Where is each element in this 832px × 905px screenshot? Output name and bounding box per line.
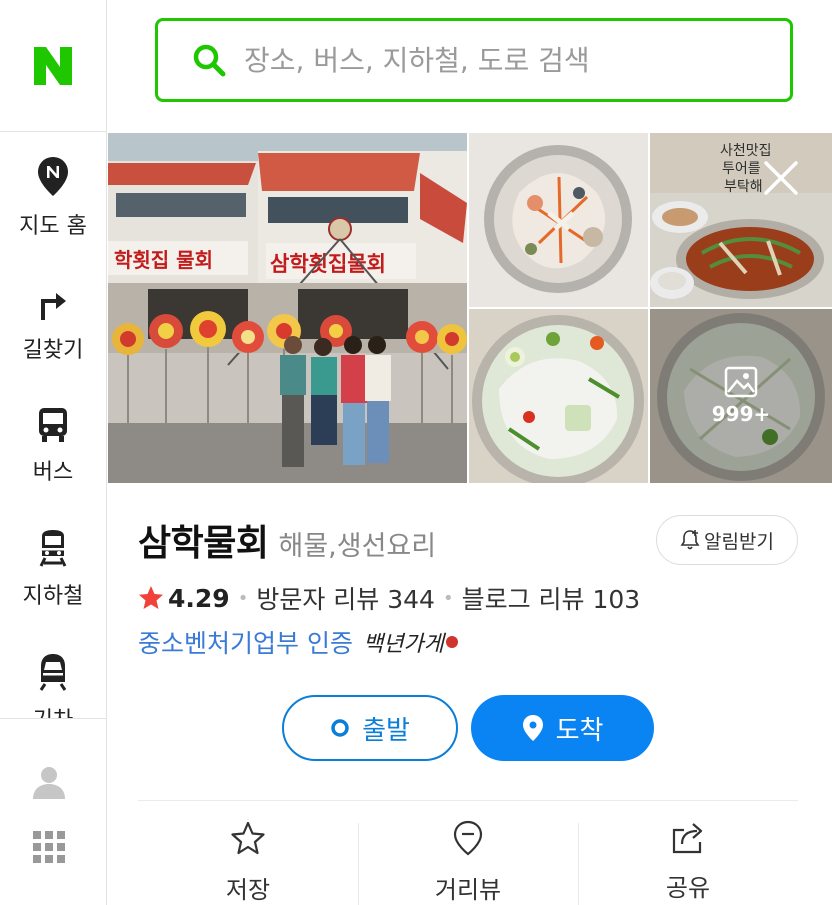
- photo-storefront[interactable]: 학횟집 물회 삼학횟집물회: [108, 133, 467, 483]
- photo-more[interactable]: 999+: [650, 309, 832, 483]
- place-name: 삼학물회: [138, 523, 269, 564]
- baeknyeon-badge: 백년가게: [363, 626, 458, 658]
- origin-dot-icon: [331, 719, 349, 737]
- svg-text:학횟집 물회: 학횟집 물회: [114, 248, 213, 272]
- sidebar-item-label: 버스: [32, 460, 74, 485]
- turn-arrow-icon: [36, 276, 70, 322]
- naver-logo[interactable]: [0, 0, 106, 132]
- badge-text: 백년가게: [362, 632, 444, 657]
- depart-button[interactable]: 출발: [282, 695, 458, 761]
- certification-row: 중소벤처기업부 인증 백년가게: [138, 624, 458, 660]
- sidebar-item-label: 지도 홈: [19, 214, 87, 239]
- sidebar-item-directions[interactable]: 길찾기: [0, 276, 106, 386]
- star-icon: [231, 821, 265, 855]
- photo-table-spread[interactable]: 사천맛집 투어를 부탁해: [650, 133, 832, 307]
- depart-label: 출발: [362, 715, 410, 746]
- arrive-button[interactable]: 도착: [471, 695, 654, 761]
- alarm-button[interactable]: 알림받기: [656, 515, 798, 565]
- apps-grid-icon[interactable]: [33, 831, 65, 867]
- more-photos-overlay[interactable]: 999+: [650, 309, 832, 483]
- sidebar-item-label: 지하철: [22, 584, 84, 609]
- train-icon: [36, 646, 70, 692]
- divider: [138, 800, 798, 801]
- review-stats: 4.29 • 방문자 리뷰 344 • 블로그 리뷰 103: [138, 580, 640, 616]
- photo-count: 999+: [711, 402, 771, 426]
- street-view-label: 거리뷰: [434, 876, 502, 904]
- search-bar[interactable]: [155, 18, 793, 102]
- sidebar-item-label: 길찾기: [22, 338, 84, 363]
- sidebar-item-map-home[interactable]: 지도 홈: [0, 152, 106, 262]
- rating-star-icon: [139, 586, 163, 609]
- naver-n-icon: [34, 46, 72, 85]
- subway-icon: [37, 522, 69, 568]
- street-view-button[interactable]: 거리뷰: [358, 820, 578, 905]
- map-pin-icon: [36, 152, 70, 198]
- sidebar-item-bus[interactable]: 버스: [0, 398, 106, 508]
- place-title-row: 삼학물회 해물,생선요리: [138, 514, 436, 566]
- separator-dot: •: [442, 587, 454, 609]
- sidebar: 지도 홈 길찾기 버스 지하철: [0, 0, 107, 905]
- visitor-reviews-link[interactable]: 방문자 리뷰 344: [256, 580, 435, 616]
- photo-dish-1[interactable]: [469, 133, 648, 307]
- image-icon: [724, 366, 758, 398]
- user-icon[interactable]: [32, 765, 66, 803]
- blog-reviews-link[interactable]: 블로그 리뷰 103: [462, 580, 641, 616]
- badge-seal-icon: [445, 636, 458, 648]
- separator-dot: •: [237, 587, 249, 609]
- sidebar-bottom: [0, 718, 106, 905]
- share-label: 공유: [665, 874, 711, 902]
- certification-link[interactable]: 중소벤처기업부 인증: [138, 624, 353, 660]
- share-button[interactable]: 공유: [578, 820, 798, 905]
- arrive-label: 도착: [555, 715, 604, 746]
- photo-dish-2[interactable]: [469, 309, 648, 483]
- bell-plus-icon: [680, 530, 700, 550]
- rating-value: 4.29: [168, 583, 230, 613]
- place-category: 해물,생선요리: [278, 531, 437, 562]
- save-button[interactable]: 저장: [138, 820, 358, 905]
- close-icon[interactable]: [764, 161, 798, 195]
- bus-icon: [37, 398, 69, 444]
- search-input[interactable]: [244, 43, 764, 77]
- street-view-icon: [453, 820, 483, 856]
- sidebar-item-subway[interactable]: 지하철: [0, 522, 106, 632]
- photo-gallery: 학횟집 물회 삼학횟집물회 999+: [108, 133, 832, 483]
- destination-pin-icon: [522, 715, 543, 741]
- search-icon[interactable]: [192, 43, 226, 77]
- share-icon: [672, 823, 703, 854]
- alarm-label: 알림받기: [704, 530, 774, 553]
- save-label: 저장: [225, 876, 271, 904]
